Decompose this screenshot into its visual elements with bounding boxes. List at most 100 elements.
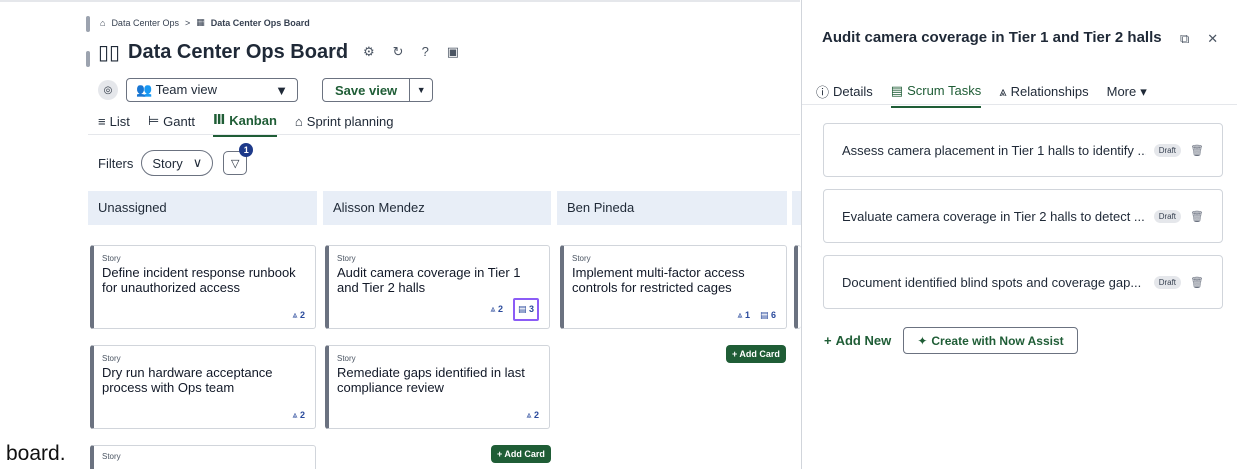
kanban-icon: Ⅲ [212,112,226,127]
open-in-new-icon[interactable]: ⧉ [1180,31,1189,47]
filter-count-badge: 1 [239,143,254,157]
panel-tabs-divider [802,104,1237,105]
board-icon: ▯▯ [98,42,121,64]
task-text: Evaluate camera coverage in Tier 2 halls… [842,208,1145,224]
trash-icon[interactable]: 🗑 [1190,276,1204,289]
panel-title: Audit camera coverage in Tier 1 and Tier… [822,29,1162,46]
caption-text: board. [6,442,66,465]
funnel-icon: ▽ [231,157,240,170]
more-options-icon[interactable]: ⋮ [332,44,345,60]
card-meta: ⩓ 2 [526,410,539,421]
column-header-next [792,191,801,225]
sprint-icon: ⌂ [294,113,303,129]
breadcrumb: ⌂ Data Center Ops > ▦ Data Center Ops Bo… [100,17,310,28]
refresh-icon[interactable]: ↻ [393,44,404,60]
card-meta: ⩓ 1 ▤ 6 [737,310,776,321]
trash-icon[interactable]: 🗑 [1190,144,1204,157]
card-meta: ⩓ 2 [292,410,305,421]
card-type: Story [337,254,356,263]
card-type: Story [102,354,121,363]
scrum-tasks-count[interactable]: ▤ 3 [512,298,539,321]
create-with-now-assist-button[interactable]: ✦ Create with Now Assist [903,327,1078,354]
task-text: Assess camera placement in Tier 1 halls … [842,142,1146,158]
status-badge: Draft [1153,275,1182,289]
story-card[interactable]: Story [90,445,316,469]
settings-sliders-icon[interactable]: ⚙ [363,44,375,60]
status-badge: Draft [1153,143,1182,157]
relationships-count[interactable]: ⩓ 2 [490,304,503,315]
card-meta: ⩓ 2 ▤ 3 [490,298,539,321]
relationship-icon: ⩓ [292,410,298,420]
info-icon: ⓘ [816,85,830,100]
breadcrumb-home[interactable]: Data Center Ops [111,18,179,28]
task-list-icon: ▤ [517,304,527,314]
home-icon[interactable]: ⌂ [100,18,105,28]
task-text: Document identified blind spots and cove… [842,274,1142,290]
board-icon: ▦ [196,17,205,27]
filters-label: Filters [98,155,134,171]
story-card-partial[interactable] [794,245,801,329]
team-view-label: 👥 Team view [136,82,217,97]
card-title: Dry run hardware acceptance process with… [102,365,273,395]
top-divider [0,0,800,4]
add-card-button[interactable]: + Add Card [726,345,786,363]
card-type: Story [102,254,121,263]
card-type: Story [572,254,591,263]
relationships-count[interactable]: ⩓ 2 [292,410,305,421]
story-filter-pill[interactable]: Story ∨ [141,150,214,176]
column-header-unassigned: Unassigned [88,191,317,225]
scrum-task-item[interactable]: Evaluate camera coverage in Tier 2 halls… [823,189,1223,243]
calendar-icon[interactable]: ▣ [447,44,459,60]
card-type: Story [337,354,356,363]
team-icon: 👥 [136,82,153,97]
story-card[interactable]: Story Define incident response runbook f… [90,245,316,329]
details-panel: Audit camera coverage in Tier 1 and Tier… [801,0,1237,469]
view-row: ◎ 👥 Team view ▼ Save view ▼ [98,78,434,102]
caret-down-icon: ▾ [1140,83,1147,99]
relationships-count[interactable]: ⩓ 2 [526,410,539,421]
story-card[interactable]: Story Dry run hardware acceptance proces… [90,345,316,429]
column-header-alisson-mendez: Alisson Mendez [323,191,551,225]
trash-icon[interactable]: 🗑 [1190,210,1204,223]
story-card[interactable]: Story Implement multi-factor access cont… [560,245,787,329]
relationships-count[interactable]: ⩓ 2 [292,310,305,321]
close-icon[interactable]: ✕ [1207,31,1218,47]
relationships-count[interactable]: ⩓ 1 [737,310,750,321]
page-title: ▯▯ Data Center Ops Board [98,40,348,65]
team-view-select[interactable]: 👥 Team view ▼ [126,78,298,102]
panel-header-actions: ⧉ ✕ [1180,31,1218,47]
chevron-down-icon: ∨ [192,155,203,170]
card-title: Remediate gaps identified in last compli… [337,365,525,395]
column-header-ben-pineda: Ben Pineda [557,191,787,225]
scrum-task-item[interactable]: Assess camera placement in Tier 1 halls … [823,123,1223,177]
filters-bar: Filters Story ∨ ▽ 1 [98,143,254,176]
help-icon[interactable]: ? [422,44,429,60]
binoculars-icon[interactable]: ◎ [98,80,118,100]
relationship-icon: ⩓ [292,310,298,320]
filter-button[interactable]: ▽ 1 [223,143,254,175]
status-badge: Draft [1153,209,1182,223]
add-new-button[interactable]: + Add New [824,333,891,348]
task-list-icon: ▤ [890,82,904,98]
left-edge-marker [86,51,90,67]
breadcrumb-current: Data Center Ops Board [210,17,310,28]
save-view-group: Save view ▼ [322,78,434,102]
chevron-down-icon: ▼ [275,82,288,98]
scrum-tasks-count[interactable]: ▤ 6 [760,310,776,321]
tabs-divider [88,134,800,135]
story-card[interactable]: Story Remediate gaps identified in last … [325,345,550,429]
card-title: Audit camera coverage in Tier 1 and Tier… [337,265,521,295]
sparkle-icon: ✦ [917,333,928,348]
scrum-task-item[interactable]: Document identified blind spots and cove… [823,255,1223,309]
story-card[interactable]: Story Audit camera coverage in Tier 1 an… [325,245,550,329]
card-title: Define incident response runbook for una… [102,265,296,295]
add-card-button[interactable]: + Add Card [491,445,551,463]
breadcrumb-separator: > [184,17,191,28]
plus-icon: + [824,333,832,348]
save-view-button[interactable]: Save view [323,79,411,101]
save-view-menu-button[interactable]: ▼ [410,79,432,101]
card-type: Story [102,452,121,461]
card-meta: ⩓ 2 [292,310,305,321]
board-title-text: Data Center Ops Board [128,41,349,63]
left-edge-marker [86,16,90,32]
